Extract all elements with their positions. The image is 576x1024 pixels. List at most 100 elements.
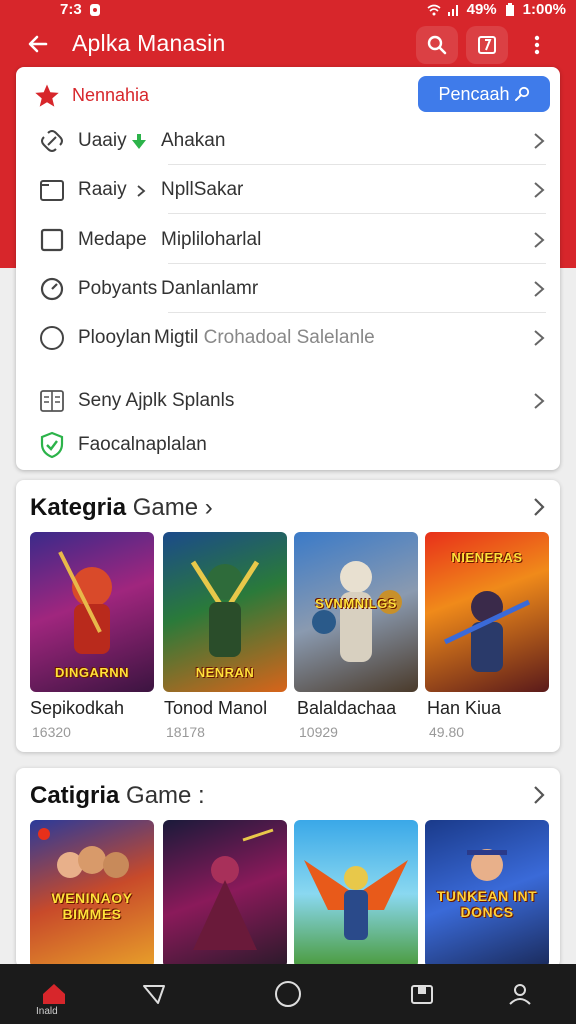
profile-icon (509, 984, 531, 1005)
star-icon (35, 84, 59, 107)
menu-row-sub: Mipliloharlal (161, 229, 262, 250)
row-divider (168, 312, 546, 313)
status-left: 7:3 (60, 1, 102, 18)
game-count: 16320 (32, 724, 71, 740)
menu-card: Nennahia Pencaah Uaaiy Ahakan Raaiy Npll… (16, 67, 560, 470)
search-action-button[interactable]: Pencaah (418, 76, 550, 112)
game-cover[interactable]: NIENERAS (425, 532, 549, 692)
menu-row-label: Medape (78, 229, 147, 250)
menu-row-label: Raaiy (78, 179, 127, 200)
wifi-icon (427, 4, 441, 15)
chevron-right-icon[interactable] (532, 784, 546, 806)
home-circle-icon (275, 981, 301, 1007)
bottom-nav: Inald (0, 964, 576, 1024)
game-count: 18178 (166, 724, 205, 740)
back-button[interactable] (22, 28, 54, 60)
game-title[interactable]: Balaldachaa (297, 698, 396, 719)
clock-icon (40, 277, 64, 301)
menu-row-seny[interactable]: Seny Ajplk Splanls (16, 377, 560, 425)
status-time-left: 7:3 (60, 1, 82, 18)
chevron-right-icon (534, 330, 545, 346)
chevron-right-icon (534, 182, 545, 198)
game-count: 49.80 (429, 724, 465, 740)
game-cover[interactable]: SVNMNILGS (294, 532, 418, 692)
game-art-assassin (193, 828, 274, 950)
game-cover[interactable]: DINGARNN (30, 532, 154, 692)
game-cover[interactable]: WENINAOY BIMMES (30, 820, 154, 968)
menu-row-faocal[interactable]: Faocalnaplalan (16, 421, 560, 469)
nav-recent[interactable] (402, 974, 442, 1014)
battery-percent: 49% (466, 1, 497, 18)
document-icon (40, 390, 64, 412)
chevron-right-icon (534, 393, 545, 409)
game-cover-text: WENINAOY BIMMES (51, 890, 133, 922)
notification-icon (89, 3, 100, 16)
menu-row-sub: Migtil Crohadoal Salelanle (154, 327, 375, 349)
menu-row-raaiy[interactable]: Raaiy NpllSakar (16, 166, 560, 214)
game-cover-text: TUNKEAN INT DONCS (436, 888, 538, 920)
row-divider (168, 213, 546, 214)
menu-row-sub-main: Migtil (154, 327, 199, 348)
game-art-winged-hero (304, 860, 408, 940)
game-cover[interactable] (163, 820, 287, 968)
chevron-right-icon (534, 281, 545, 297)
menu-header: Nennahia Pencaah (16, 67, 560, 123)
menu-row-plooylan[interactable]: Plooylan Migtil Crohadoal Salelanle (16, 314, 560, 362)
section-title[interactable]: Catigria Game : (30, 782, 205, 810)
section-title[interactable]: Kategria Game › (30, 494, 213, 522)
green-arrow-icon (132, 134, 146, 149)
game-cover[interactable]: TUNKEAN INT DONCS (425, 820, 549, 968)
status-bar: 7:3 49% 1:00% (0, 0, 576, 22)
menu-row-uaaiy[interactable]: Uaaiy Ahakan (16, 117, 560, 165)
menu-row-pobyants[interactable]: Pobyants Danlanlamr (16, 265, 560, 313)
game-title[interactable]: Tonod Manol (164, 698, 267, 719)
folder-icon (40, 180, 64, 201)
back-arrow-icon (28, 35, 48, 53)
chevron-right-icon (534, 232, 545, 248)
game-section-1: Kategria Game › DINGARNN Sepikodkah 1632… (16, 480, 560, 752)
back-triangle-icon (143, 985, 165, 1004)
menu-row-label: Uaaiy (78, 130, 127, 151)
menu-row-label: Faocalnaplalan (78, 434, 207, 455)
battery-icon (505, 2, 514, 16)
menu-row-sub: NpllSakar (161, 179, 244, 200)
bookmark-button[interactable] (466, 26, 508, 64)
signal-icon (447, 4, 458, 16)
game-art-heroes (312, 561, 402, 662)
status-right: 49% 1:00% (427, 1, 566, 18)
section-title-light: Game › (132, 494, 213, 521)
menu-row-label: Plooylan (78, 327, 151, 348)
chevron-right-icon[interactable] (532, 496, 546, 518)
chevron-right-icon (534, 133, 545, 149)
section-title-bold: Catigria (30, 782, 120, 809)
square-icon (40, 228, 64, 252)
game-cover[interactable] (294, 820, 418, 968)
game-count: 10929 (299, 724, 338, 740)
link-icon (41, 130, 63, 152)
favorite-label: Nennahia (72, 85, 150, 105)
section-title-bold: Kategria (30, 494, 127, 521)
game-cover[interactable]: NENRAN (163, 532, 287, 692)
status-time: 1:00% (522, 1, 566, 18)
search-small-icon (514, 86, 529, 101)
game-cover-text: SVNMNILGS (315, 596, 397, 611)
nav-profile[interactable] (500, 974, 540, 1014)
nav-back[interactable] (134, 974, 174, 1014)
game-section-2: Catigria Game : WENINAOY BIMMES TUNKEAN … (16, 768, 560, 968)
menu-row-sub: Danlanlamr (161, 278, 259, 299)
bookmark-icon (478, 36, 496, 54)
section-title-light: Game : (126, 782, 205, 809)
nav-home-label: Inald (36, 1006, 58, 1017)
app-actions (416, 26, 558, 64)
menu-row-label: Pobyants (78, 278, 158, 299)
more-vert-icon (534, 35, 540, 55)
nav-home-button[interactable] (268, 974, 308, 1014)
game-cover-text: NENRAN (195, 665, 255, 680)
search-icon (427, 35, 447, 55)
game-title[interactable]: Sepikodkah (30, 698, 124, 719)
game-title[interactable]: Han Kiua (427, 698, 501, 719)
more-button[interactable] (516, 26, 558, 64)
home-icon (43, 984, 65, 1004)
search-button[interactable] (416, 26, 458, 64)
menu-row-medape[interactable]: Medape Mipliloharlal (16, 216, 560, 264)
